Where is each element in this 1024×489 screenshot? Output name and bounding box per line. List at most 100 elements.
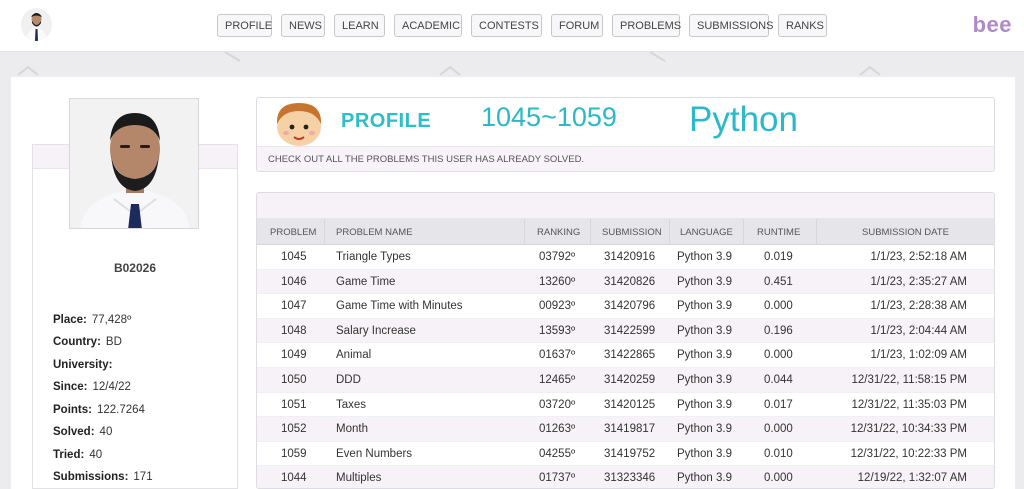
brand-logo[interactable]: bee (973, 12, 1012, 38)
cell-problem-id[interactable]: 1045 (281, 251, 307, 263)
cell-ranking: 00923º (539, 300, 576, 313)
cartoon-face-icon (276, 103, 322, 146)
cell-language: Python 3.9 (677, 300, 732, 313)
cell-problem-id[interactable]: 1052 (281, 423, 307, 435)
cell-runtime: 0.010 (764, 447, 793, 460)
avatar-portrait-icon (21, 8, 52, 41)
cell-submission[interactable]: 31420259 (604, 374, 655, 386)
table-row[interactable]: 1047 Game Time with Minutes 00923º 31420… (257, 294, 994, 319)
cell-problem-id[interactable]: 1048 (281, 325, 307, 337)
nav-forum[interactable]: FORUM (551, 14, 603, 37)
table-body: 1045 Triangle Types 03792º 31420916 Pyth… (257, 245, 994, 488)
cell-runtime: 0.451 (764, 275, 793, 288)
nav-learn[interactable]: LEARN (334, 14, 385, 37)
info-tried: Tried: 40 (53, 449, 103, 461)
cell-language: Python 3.9 (677, 275, 732, 288)
cell-problem-id[interactable]: 1050 (281, 374, 307, 386)
cell-runtime: 0.019 (764, 251, 793, 263)
cell-language: Python 3.9 (677, 398, 732, 411)
cell-date: 12/31/22, 10:22:33 PM (850, 447, 967, 460)
cell-date: 12/19/22, 1:32:07 AM (857, 472, 967, 485)
banner-title: PROFILE (341, 110, 432, 132)
cell-problem-id[interactable]: 1046 (281, 276, 307, 288)
username: B02026 (113, 261, 157, 275)
nav-profile[interactable]: PROFILE (217, 14, 272, 37)
header-ranking[interactable]: RANKING (537, 227, 580, 238)
nav-news[interactable]: NEWS (281, 14, 325, 37)
table-row[interactable]: 1044 Multiples 01737º 31323346 Python 3.… (257, 466, 994, 488)
cell-problem-name[interactable]: Game Time with Minutes (336, 300, 463, 312)
cell-problem-name[interactable]: Multiples (336, 472, 381, 484)
nav-academic[interactable]: ACADEMIC (394, 14, 462, 37)
header-runtime[interactable]: RUNTIME (757, 227, 800, 238)
nav-problems[interactable]: PROBLEMS (612, 14, 681, 37)
cell-ranking: 12465º (539, 373, 576, 386)
cell-ranking: 03720º (539, 398, 576, 411)
header-problem-name[interactable]: PROBLEM NAME (336, 227, 413, 238)
cell-date: 1/1/23, 2:04:44 AM (870, 324, 967, 337)
cell-submission[interactable]: 31420826 (604, 276, 655, 288)
banner-header: PROFILE 1045~1059 Python (257, 98, 994, 146)
user-avatar[interactable] (21, 8, 52, 41)
info-points: Points: 122.7264 (53, 404, 145, 416)
table-row[interactable]: 1046 Game Time 13260º 31420826 Python 3.… (257, 269, 994, 295)
cell-problem-name[interactable]: DDD (336, 374, 361, 386)
header-problem[interactable]: PROBLEM (270, 227, 316, 238)
cell-submission[interactable]: 31419752 (604, 448, 655, 460)
cell-submission[interactable]: 31422865 (604, 349, 655, 361)
cell-submission[interactable]: 31422599 (604, 325, 655, 337)
cell-runtime: 0.000 (764, 423, 793, 436)
table-row[interactable]: 1051 Taxes 03720º 31420125 Python 3.9 0.… (257, 393, 994, 418)
cell-date: 1/1/23, 2:28:38 AM (870, 300, 967, 313)
cell-submission[interactable]: 31419817 (604, 423, 655, 435)
cell-runtime: 0.017 (764, 398, 793, 411)
cell-language: Python 3.9 (677, 423, 732, 436)
cell-submission[interactable]: 31420125 (604, 399, 655, 411)
header-submission-date[interactable]: SUBMISSION DATE (862, 227, 949, 238)
info-solved: Solved: 40 (53, 426, 113, 438)
cell-runtime: 0.196 (764, 324, 793, 337)
cell-runtime: 0.044 (764, 373, 793, 386)
cell-problem-id[interactable]: 1049 (281, 349, 307, 361)
table-row[interactable]: 1048 Salary Increase 13593º 31422599 Pyt… (257, 318, 994, 344)
cell-problem-name[interactable]: Taxes (336, 399, 366, 411)
cell-problem-name[interactable]: Triangle Types (336, 251, 411, 263)
cell-problem-name[interactable]: Animal (336, 349, 371, 361)
cell-language: Python 3.9 (677, 373, 732, 386)
cell-problem-name[interactable]: Even Numbers (336, 448, 412, 460)
header-language[interactable]: LANGUAGE (680, 227, 733, 238)
table-row[interactable]: 1049 Animal 01637º 31422865 Python 3.9 0… (257, 343, 994, 368)
nav-contests[interactable]: CONTESTS (471, 14, 542, 37)
top-bar: PROFILE NEWS LEARN ACADEMIC CONTESTS FOR… (0, 0, 1024, 52)
cell-date: 12/31/22, 10:34:33 PM (850, 423, 967, 436)
profile-portrait-icon (70, 99, 198, 228)
cell-problem-name[interactable]: Month (336, 423, 368, 435)
cell-problem-id[interactable]: 1047 (281, 300, 307, 312)
cell-problem-name[interactable]: Game Time (336, 276, 395, 288)
info-place: Place: 77,428º (53, 314, 132, 326)
main-nav: PROFILE NEWS LEARN ACADEMIC CONTESTS FOR… (217, 14, 836, 37)
table-row[interactable]: 1059 Even Numbers 04255º 31419752 Python… (257, 442, 994, 467)
cell-runtime: 0.000 (764, 349, 793, 362)
cell-submission[interactable]: 31420796 (604, 300, 655, 312)
cell-problem-id[interactable]: 1044 (281, 472, 307, 484)
cell-language: Python 3.9 (677, 251, 732, 263)
solved-problems-table: PROBLEM PROBLEM NAME RANKING SUBMISSION … (256, 192, 995, 489)
cell-language: Python 3.9 (677, 349, 732, 362)
problem-range: 1045~1059 (481, 102, 617, 132)
cell-problem-id[interactable]: 1059 (281, 448, 307, 460)
info-submissions: Submissions: 171 (53, 471, 153, 483)
cell-submission[interactable]: 31420916 (604, 251, 655, 263)
header-submission[interactable]: SUBMISSION (602, 227, 662, 238)
banner-subtitle: CHECK OUT ALL THE PROBLEMS THIS USER HAS… (257, 146, 994, 171)
nav-submissions[interactable]: SUBMISSIONS (689, 14, 773, 37)
cell-problem-id[interactable]: 1051 (281, 399, 307, 411)
cell-runtime: 0.000 (764, 300, 793, 313)
table-row[interactable]: 1052 Month 01263º 31419817 Python 3.9 0.… (257, 417, 994, 442)
table-row[interactable]: 1045 Triangle Types 03792º 31420916 Pyth… (257, 245, 994, 270)
table-row[interactable]: 1050 DDD 12465º 31420259 Python 3.9 0.04… (257, 367, 994, 393)
nav-ranks[interactable]: RANKS (778, 14, 827, 37)
cell-submission[interactable]: 31323346 (604, 472, 655, 484)
cell-problem-name[interactable]: Salary Increase (336, 325, 416, 337)
cell-date: 1/1/23, 2:52:18 AM (870, 251, 967, 263)
